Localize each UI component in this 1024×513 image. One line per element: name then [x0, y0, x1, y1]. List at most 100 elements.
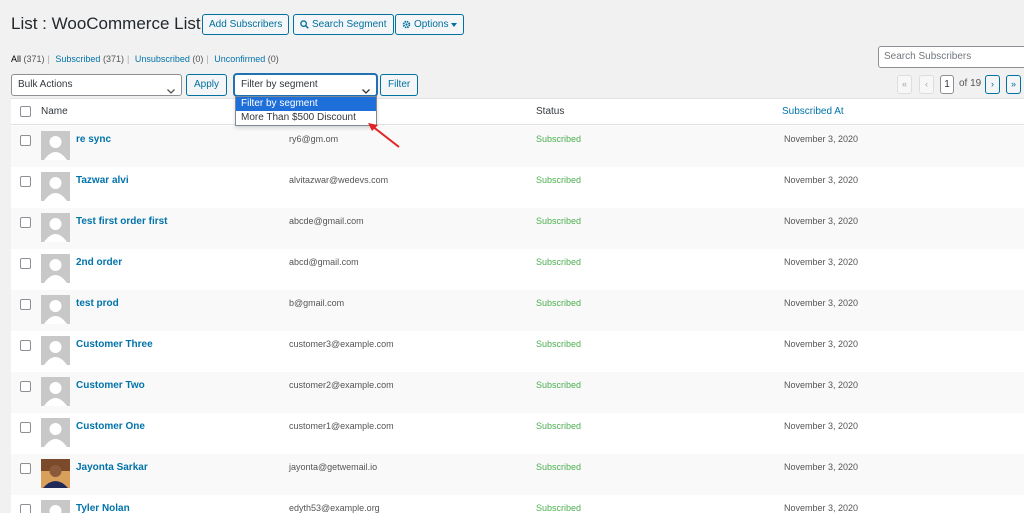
row-checkbox[interactable]: [20, 299, 31, 310]
subscriber-name-link[interactable]: Tazwar alvi: [76, 175, 129, 186]
options-button[interactable]: Options: [395, 14, 465, 35]
row-checkbox[interactable]: [20, 135, 31, 146]
table-row: Customer Three customer3@example.com Subsc…: [11, 331, 1024, 372]
column-header-subscribed-at[interactable]: Subscribed At: [782, 106, 844, 117]
subscriber-status: Subscribed: [536, 462, 582, 472]
status-link-subscribed[interactable]: Subscribed (371): [55, 54, 124, 64]
avatar: [41, 295, 70, 324]
table-row: Jayonta Sarkar jayonta@getwemail.io Subscr…: [11, 454, 1024, 495]
segment-dropdown-menu: Filter by segment More Than $500 Discoun…: [235, 96, 377, 126]
status-link-unconfirmed[interactable]: Unconfirmed (0): [214, 54, 279, 64]
subscriber-email: customer1@example.com: [289, 421, 394, 431]
subscriber-name-link[interactable]: Customer Three: [76, 339, 153, 350]
subscriber-status: Subscribed: [536, 257, 582, 267]
subscribed-date: November 3, 2020: [784, 380, 859, 390]
subscribed-date: November 3, 2020: [784, 175, 859, 185]
table-row: test prod b@gmail.com Subscribed November 3…: [11, 290, 1024, 331]
status-filter-links: All (371) | Subscribed (371) | Unsubscribe…: [11, 54, 279, 64]
bulk-actions-value: Bulk Actions: [18, 79, 73, 90]
avatar: [41, 500, 70, 513]
column-header-name[interactable]: Name: [41, 106, 68, 117]
search-segment-label: Search Segment: [312, 19, 387, 30]
subscriber-name-link[interactable]: Customer One: [76, 421, 145, 432]
avatar: [41, 336, 70, 365]
table-row: Customer Two customer2@example.com Subscri…: [11, 372, 1024, 413]
segment-filter-select[interactable]: Filter by segment: [234, 74, 377, 96]
row-checkbox[interactable]: [20, 176, 31, 187]
subscriber-email: customer3@example.com: [289, 339, 394, 349]
segment-option[interactable]: More Than $500 Discount: [236, 111, 376, 125]
table-row: Tyler Nolan edyth53@example.org Subscribed…: [11, 495, 1024, 513]
subscriber-status: Subscribed: [536, 298, 582, 308]
options-label: Options: [414, 19, 449, 30]
subscriber-name-link[interactable]: Test first order first: [76, 216, 168, 227]
search-segment-button[interactable]: Search Segment: [293, 14, 394, 35]
subscriber-name-link[interactable]: re sync: [76, 134, 111, 145]
avatar: [41, 213, 70, 242]
table-row: re sync ry6@gm.om Subscribed November 3, 20…: [11, 126, 1024, 167]
row-checkbox[interactable]: [20, 422, 31, 433]
next-page-button[interactable]: ›: [985, 75, 1000, 94]
row-checkbox[interactable]: [20, 217, 31, 228]
row-checkbox[interactable]: [20, 340, 31, 351]
table-header: Name Status Subscribed At: [11, 99, 1024, 125]
subscriber-status: Subscribed: [536, 216, 582, 226]
subscriber-name-link[interactable]: Jayonta Sarkar: [76, 462, 148, 473]
segment-filter-value: Filter by segment: [241, 79, 318, 90]
avatar: [41, 254, 70, 283]
subscriber-email: edyth53@example.org: [289, 503, 380, 513]
avatar: [41, 172, 70, 201]
total-pages-label: of 19: [959, 78, 982, 89]
subscriber-name-link[interactable]: 2nd order: [76, 257, 122, 268]
select-all-checkbox[interactable]: [20, 106, 31, 117]
table-row: Customer One customer1@example.com Subscri…: [11, 413, 1024, 454]
annotation-arrow-icon: [366, 120, 402, 153]
avatar: [41, 377, 70, 406]
current-page-input[interactable]: 1: [940, 75, 954, 94]
prev-page-button[interactable]: ‹: [919, 75, 934, 94]
subscriber-status: Subscribed: [536, 380, 582, 390]
row-checkbox[interactable]: [20, 463, 31, 474]
search-subscribers-input[interactable]: Search Subscribers: [878, 46, 1024, 68]
gear-icon: [402, 20, 411, 29]
filter-button[interactable]: Filter: [380, 74, 419, 96]
subscriber-status: Subscribed: [536, 421, 582, 431]
status-link-unsubscribed[interactable]: Unsubscribed (0): [135, 54, 204, 64]
subscribed-date: November 3, 2020: [784, 462, 859, 472]
subscriber-name-link[interactable]: test prod: [76, 298, 119, 309]
avatar: [41, 131, 70, 160]
subscriber-email: customer2@example.com: [289, 380, 394, 390]
row-checkbox[interactable]: [20, 381, 31, 392]
segment-option[interactable]: Filter by segment: [236, 97, 376, 111]
bulk-actions-select[interactable]: Bulk Actions: [11, 74, 182, 96]
subscribers-table: Name Status Subscribed At re sync ry6@gm.…: [11, 98, 1024, 513]
column-header-status: Status: [536, 106, 565, 117]
search-icon: [300, 20, 309, 29]
status-link-all[interactable]: All (371): [11, 54, 45, 64]
subscriber-email: abcd@gmail.com: [289, 257, 359, 267]
add-subscribers-button[interactable]: Add Subscribers: [202, 14, 290, 35]
caret-down-icon: [451, 22, 458, 27]
subscriber-email: alvitazwar@wedevs.com: [289, 175, 389, 185]
subscriber-email: jayonta@getwemail.io: [289, 462, 378, 472]
subscriber-email: abcde@gmail.com: [289, 216, 364, 226]
first-page-button[interactable]: «: [897, 75, 912, 94]
table-row: Tazwar alvi alvitazwar@wedevs.com Subscrib…: [11, 167, 1024, 208]
subscribed-date: November 3, 2020: [784, 257, 859, 267]
subscriber-email: ry6@gm.om: [289, 134, 339, 144]
row-checkbox[interactable]: [20, 258, 31, 269]
apply-button[interactable]: Apply: [186, 74, 228, 96]
subscribed-date: November 3, 2020: [784, 298, 859, 308]
subscriber-email: b@gmail.com: [289, 298, 345, 308]
row-checkbox[interactable]: [20, 504, 31, 513]
subscribed-date: November 3, 2020: [784, 503, 859, 513]
subscribed-date: November 3, 2020: [784, 421, 859, 431]
avatar: [41, 459, 70, 488]
page-title: List : WooCommerce List: [11, 14, 201, 33]
subscriber-name-link[interactable]: Customer Two: [76, 380, 145, 391]
subscriber-status: Subscribed: [536, 503, 582, 513]
subscriber-status: Subscribed: [536, 134, 582, 144]
subscribed-date: November 3, 2020: [784, 216, 859, 226]
subscriber-name-link[interactable]: Tyler Nolan: [76, 503, 130, 513]
last-page-button[interactable]: »: [1006, 75, 1021, 94]
